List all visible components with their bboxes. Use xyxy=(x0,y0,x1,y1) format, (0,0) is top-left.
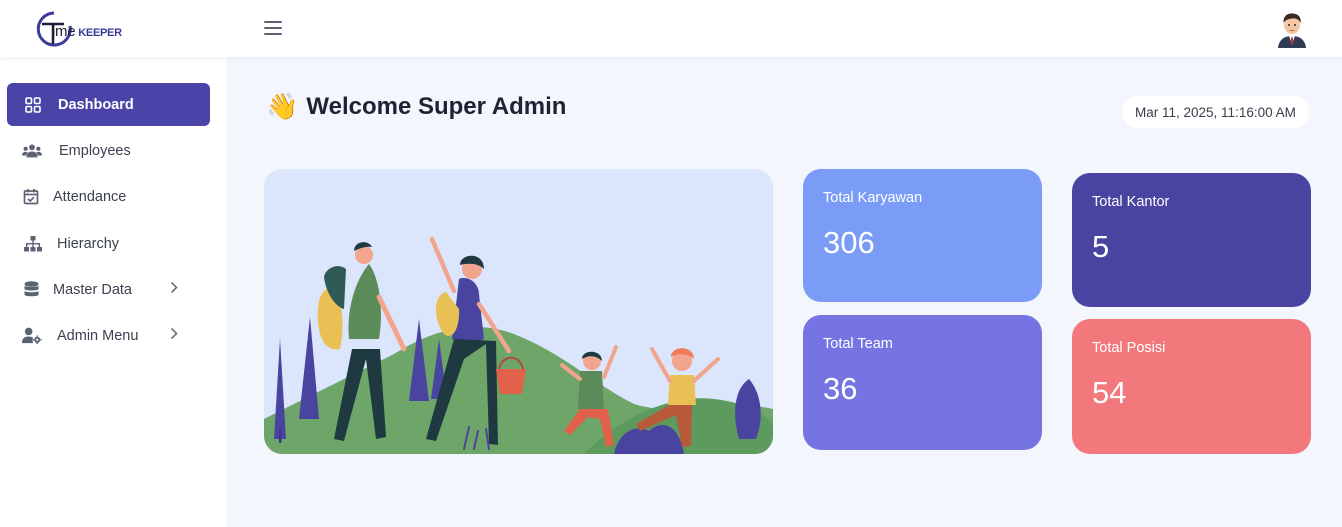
top-bar: ime KEEPER xyxy=(0,0,1342,57)
datetime-badge: Mar 11, 2025, 11:16:00 AM xyxy=(1122,96,1309,128)
stat-card-total-kantor[interactable]: Total Kantor 5 xyxy=(1072,173,1311,307)
sidebar-item-hierarchy[interactable]: Hierarchy xyxy=(7,222,210,265)
hierarchy-icon xyxy=(23,234,43,254)
sidebar-item-label: Admin Menu xyxy=(57,327,139,344)
sidebar-item-master-data[interactable]: Master Data xyxy=(7,268,210,311)
grid-icon xyxy=(23,95,43,115)
welcome-text: Welcome Super Admin xyxy=(306,92,567,120)
stat-card-title: Total Team xyxy=(823,336,893,352)
sidebar-item-label: Hierarchy xyxy=(57,235,120,252)
app-logo[interactable]: ime KEEPER xyxy=(34,10,134,48)
stat-card-total-karyawan[interactable]: Total Karyawan 306 xyxy=(803,169,1042,302)
stat-card-title: Total Posisi xyxy=(1092,340,1166,356)
main-content: 👋 Welcome Super Admin Mar 11, 2025, 11:1… xyxy=(226,57,1342,527)
database-icon xyxy=(21,280,41,300)
datetime-text: Mar 11, 2025, 11:16:00 AM xyxy=(1135,104,1296,120)
sidebar: Dashboard Employees Attendance Hierarchy… xyxy=(0,57,226,527)
avatar[interactable] xyxy=(1275,10,1309,48)
hamburger-icon[interactable] xyxy=(264,21,284,37)
sidebar-item-label: Master Data xyxy=(53,281,132,298)
sidebar-item-label: Employees xyxy=(59,142,131,159)
user-gear-icon xyxy=(22,326,42,346)
sidebar-item-dashboard[interactable]: Dashboard xyxy=(7,83,210,126)
calendar-check-icon xyxy=(21,187,41,207)
logo-subtext: KEEPER xyxy=(78,27,122,39)
stat-card-value: 5 xyxy=(1092,229,1110,264)
users-icon xyxy=(22,141,42,161)
stat-card-value: 54 xyxy=(1092,375,1127,410)
sidebar-item-employees[interactable]: Employees xyxy=(7,129,210,172)
page-title: 👋 Welcome Super Admin xyxy=(266,91,566,122)
chevron-right-icon xyxy=(170,281,178,299)
chevron-right-icon xyxy=(170,327,178,345)
hero-illustration xyxy=(264,169,773,454)
sidebar-item-attendance[interactable]: Attendance xyxy=(7,175,210,218)
sidebar-item-label: Dashboard xyxy=(58,96,134,113)
hiking-family-illustration xyxy=(264,169,773,454)
user-avatar-icon xyxy=(1278,13,1306,48)
stat-card-value: 36 xyxy=(823,371,858,406)
stat-card-value: 306 xyxy=(823,225,875,260)
stat-card-title: Total Kantor xyxy=(1092,194,1170,210)
logo-text: ime xyxy=(52,23,76,40)
waving-hand-icon: 👋 xyxy=(266,91,299,121)
stat-card-total-team[interactable]: Total Team 36 xyxy=(803,315,1042,450)
stat-card-title: Total Karyawan xyxy=(823,190,923,206)
sidebar-item-admin-menu[interactable]: Admin Menu xyxy=(7,314,210,357)
sidebar-item-label: Attendance xyxy=(53,188,127,205)
stat-card-total-posisi[interactable]: Total Posisi 54 xyxy=(1072,319,1311,454)
